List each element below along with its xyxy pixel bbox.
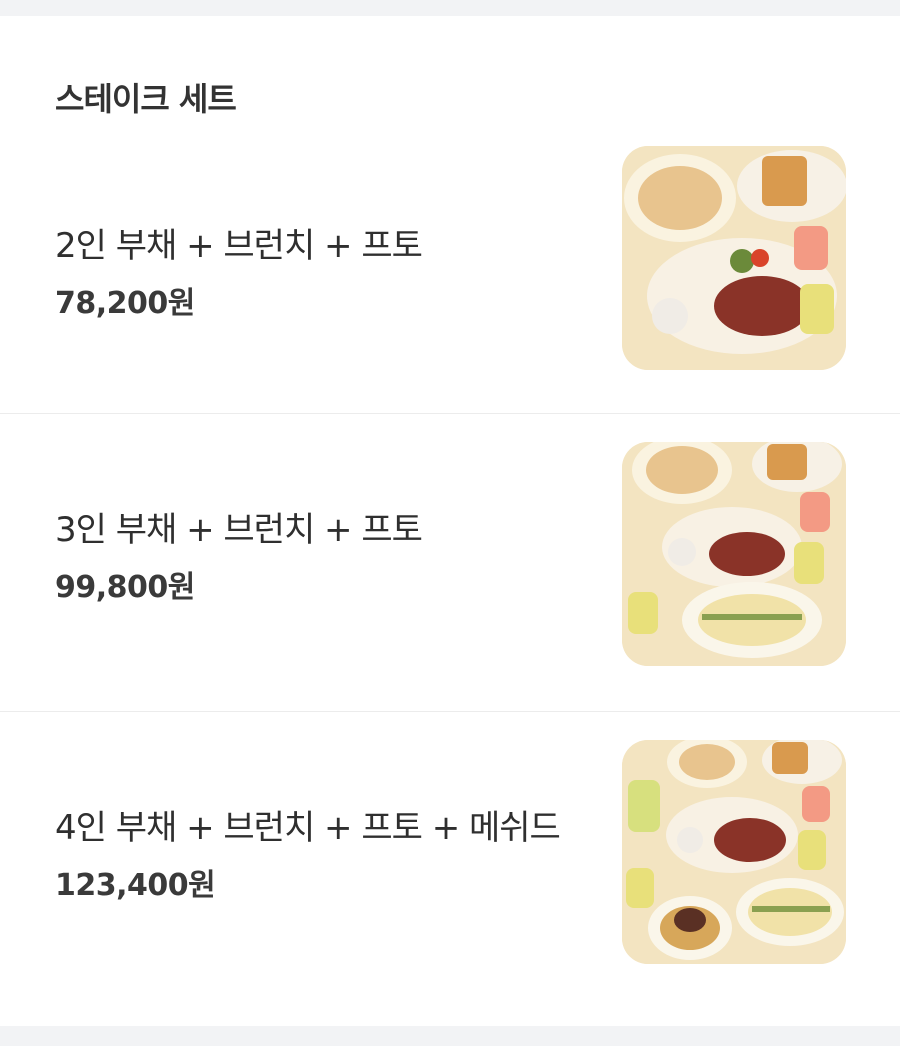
menu-item-price: 78,200원 [55, 286, 195, 321]
menu-item-image[interactable] [622, 740, 846, 964]
menu-item-image[interactable] [622, 146, 846, 370]
section-title: 스테이크 세트 [55, 80, 237, 118]
menu-item[interactable]: 2인 부채 + 브런치 + 프토 78,200원 [0, 132, 900, 430]
bottom-gap [0, 1026, 900, 1046]
menu-item-image[interactable] [622, 442, 846, 666]
menu-item[interactable]: 4인 부채 + 브런치 + 프토 + 메쉬드 123,400원 [0, 712, 900, 1010]
menu-item-name: 2인 부채 + 브런치 + 프토 [55, 226, 423, 266]
menu-section-card: 스테이크 세트 2인 부채 + 브런치 + 프토 78,200원 3인 부채 +… [0, 16, 900, 1026]
menu-item-price: 99,800원 [55, 570, 195, 605]
menu-item-name: 3인 부채 + 브런치 + 프토 [55, 510, 423, 550]
menu-item-name: 4인 부채 + 브런치 + 프토 + 메쉬드 [55, 808, 561, 848]
menu-item[interactable]: 3인 부채 + 브런치 + 프토 99,800원 [0, 414, 900, 712]
menu-item-price: 123,400원 [55, 868, 216, 903]
